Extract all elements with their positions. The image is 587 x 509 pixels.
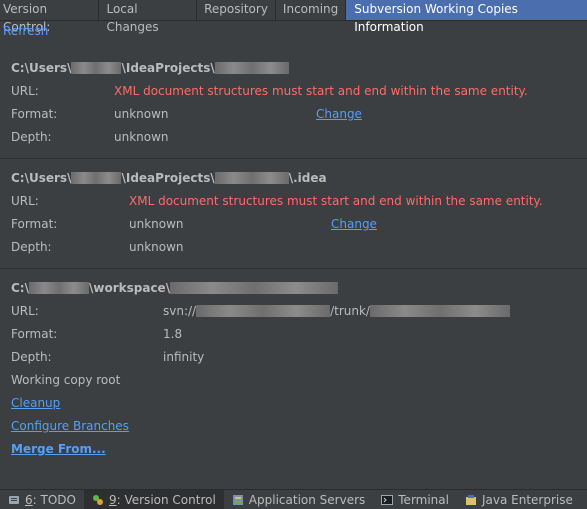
application-servers-label: Application Servers: [248, 492, 366, 507]
separator: [0, 268, 587, 269]
path-prefix: C:\Users\: [11, 171, 72, 185]
change-format-link[interactable]: Change: [331, 217, 377, 231]
java-enterprise-tool-button[interactable]: Java Enterprise: [457, 490, 581, 509]
format-value: unknown: [129, 217, 184, 231]
version-control-tab-bar: Version Control: Local Changes Repositor…: [0, 0, 587, 34]
todo-tool-button[interactable]: 6: TODO: [0, 490, 84, 509]
version-control-shortcut: 9: [108, 492, 117, 507]
depth-label: Depth:: [11, 240, 52, 254]
terminal-label: Terminal: [398, 492, 449, 507]
tab-subversion-working-copies[interactable]: Subversion Working Copies Information: [346, 0, 587, 34]
working-copy-path-3: C:\ \workspace\: [11, 281, 339, 295]
format-value: 1.8: [163, 327, 183, 341]
tab-repository[interactable]: Repository: [197, 0, 276, 20]
version-control-icon: [92, 494, 104, 506]
svn-url-value: svn:// /trunk/: [163, 304, 510, 318]
redacted-host: [196, 305, 331, 317]
url-error-message: XML document structures must start and e…: [114, 84, 528, 98]
application-servers-tool-button[interactable]: Application Servers: [224, 490, 373, 509]
format-value: unknown: [114, 107, 169, 121]
depth-value: unknown: [129, 240, 184, 254]
url-label: URL:: [11, 84, 39, 98]
path-prefix: C:\: [11, 281, 29, 295]
working-copy-root-label: Working copy root: [11, 373, 121, 387]
format-label: Format:: [11, 327, 58, 341]
java-enterprise-icon: [465, 494, 477, 506]
tool-window-bar: 6: TODO 9: Version Control Application S…: [0, 489, 587, 509]
redacted-project-name: [170, 282, 339, 294]
url-trunk: /trunk/: [330, 304, 370, 318]
working-copy-path-1: C:\Users\ \IdeaProjects\: [11, 61, 289, 75]
configure-branches-link[interactable]: Configure Branches: [11, 419, 129, 433]
version-control-title: Version Control:: [0, 0, 100, 34]
path-mid: \workspace\: [89, 281, 171, 295]
path-prefix: C:\Users\: [11, 61, 72, 75]
redacted-folder: [29, 282, 89, 294]
tab-incoming[interactable]: Incoming: [276, 0, 347, 20]
tab-local-changes[interactable]: Local Changes: [99, 0, 198, 34]
redacted-username: [71, 62, 122, 74]
format-label: Format:: [11, 217, 58, 231]
path-suffix: \.idea: [288, 171, 327, 185]
refresh-link[interactable]: Refresh: [3, 24, 48, 38]
java-enterprise-label: Java Enterprise: [481, 492, 573, 507]
terminal-tool-button[interactable]: Terminal: [373, 490, 457, 509]
format-label: Format:: [11, 107, 58, 121]
terminal-icon: [381, 494, 394, 506]
cleanup-link[interactable]: Cleanup: [11, 396, 60, 410]
redacted-path: [369, 305, 510, 317]
url-label: URL:: [11, 304, 39, 318]
merge-from-link[interactable]: Merge From...: [11, 442, 106, 456]
redacted-project-name: [214, 62, 289, 74]
separator: [0, 158, 587, 159]
depth-label: Depth:: [11, 350, 52, 364]
depth-label: Depth:: [11, 130, 52, 144]
path-mid: \IdeaProjects\: [121, 61, 215, 75]
todo-label: : TODO: [32, 492, 76, 507]
path-mid: \IdeaProjects\: [121, 171, 215, 185]
url-scheme: svn://: [163, 304, 197, 318]
todo-shortcut: 6: [25, 492, 33, 507]
redacted-username: [71, 172, 122, 184]
todo-icon: [8, 494, 20, 506]
depth-value: unknown: [114, 130, 169, 144]
change-format-link[interactable]: Change: [316, 107, 362, 121]
version-control-label: : Version Control: [116, 492, 216, 507]
redacted-project-name: [214, 172, 289, 184]
url-label: URL:: [11, 194, 39, 208]
url-error-message: XML document structures must start and e…: [129, 194, 543, 208]
depth-value: infinity: [163, 350, 205, 364]
working-copy-path-2: C:\Users\ \IdeaProjects\ \.idea: [11, 171, 327, 185]
version-control-tool-button[interactable]: 9: Version Control: [83, 490, 224, 509]
server-icon: [232, 494, 244, 506]
